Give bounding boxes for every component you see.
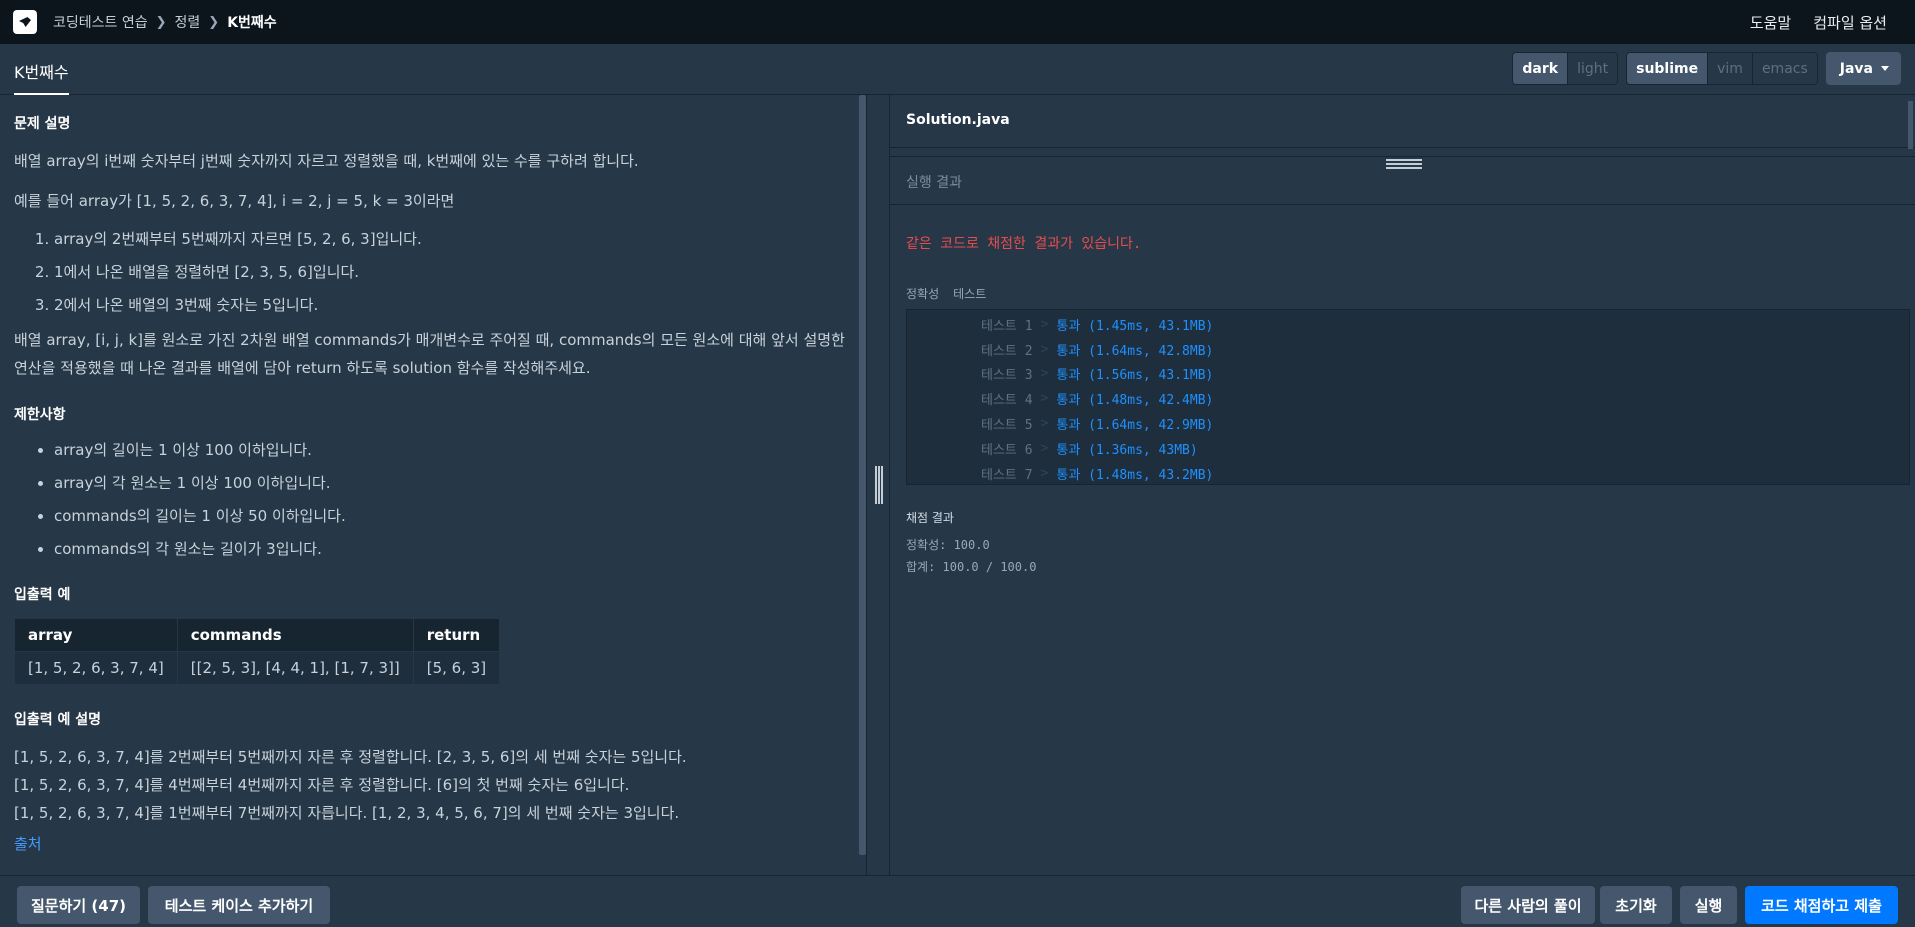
list-item: commands의 각 원소는 길이가 3입니다. [54,533,848,566]
task-text: 배열 array, [i, j, k]를 원소로 가진 2차원 배열 comma… [14,331,845,377]
top-navigation: 코딩테스트 연습 ❯ 정렬 ❯ K번째수 도움말 컴파일 옵션 [0,0,1915,44]
table-header-cell: return [412,618,501,652]
io-example-table: array commands return [1, 5, 2, 6, 3, 7,… [14,618,501,685]
reset-button[interactable]: 초기화 [1600,886,1672,924]
others-solution-button[interactable]: 다른 사람의 풀이 [1461,886,1595,924]
resize-handle-icon[interactable] [1386,159,1422,169]
breadcrumb: 코딩테스트 연습 ❯ 정렬 ❯ K번째수 [53,12,277,32]
list-item: 테스트 4 > 통과 (1.48ms, 42.4MB) [981,391,1214,409]
list-item: 1에서 나온 배열을 정렬하면 [2, 3, 5, 6]입니다. [54,256,848,289]
tab-bar: K번째수 dark light sublime vim emacs Java [0,44,1915,95]
table-header-row: array commands return [14,618,501,652]
io-explain-line: [1, 5, 2, 6, 3, 7, 4]를 4번째부터 4번째까지 자른 후 … [14,776,630,794]
chevron-right-icon: ❯ [208,14,220,30]
list-item: 테스트 1 > 통과 (1.45ms, 43.1MB) [981,316,1214,334]
io-explain-line: [1, 5, 2, 6, 3, 7, 4]를 2번째부터 5번째까지 자른 후 … [14,748,687,766]
table-header-cell: commands [176,618,414,652]
theme-toggle: dark light [1512,52,1619,85]
keymap-vim-button[interactable]: vim [1707,53,1752,84]
splitter-grip-icon[interactable] [875,466,883,504]
io-explain-line: [1, 5, 2, 6, 3, 7, 4]를 1번째부터 7번째까지 자릅니다.… [14,804,680,822]
total-score: 합계: 100.0 / 100.0 [906,560,1037,574]
problem-panel: 문제 설명 배열 array의 i번째 숫자부터 j번째 숫자까지 자르고 정렬… [0,95,862,875]
test-results-list: 테스트 1 > 통과 (1.45ms, 43.1MB) 테스트 2 > 통과 (1.64… [906,309,1910,485]
steps-list: array의 2번째부터 5번째까지 자르면 [5, 2, 6, 3]입니다. … [14,223,848,322]
same-code-message: 같은 코드로 채점한 결과가 있습니다. [906,236,1142,252]
example-text: 예를 들어 array가 [1, 5, 2, 6, 3, 7, 4], i = … [14,192,455,210]
description-text: 배열 array의 i번째 숫자부터 j번째 숫자까지 자르고 정렬했을 때, … [14,152,639,170]
list-item: 2에서 나온 배열의 3번째 숫자는 5입니다. [54,289,848,322]
caret-down-icon [1881,66,1889,71]
accuracy-score: 정확성: 100.0 [906,538,990,552]
table-row: [1, 5, 2, 6, 3, 7, 4] [[2, 5, 3], [4, 4,… [14,651,501,685]
list-item: array의 2번째부터 5번째까지 자르면 [5, 2, 6, 3]입니다. [54,223,848,256]
keymap-sublime-button[interactable]: sublime [1627,53,1708,84]
list-item: 테스트 3 > 통과 (1.56ms, 43.1MB) [981,366,1214,384]
result-body: 같은 코드로 채점한 결과가 있습니다. 정확성 테스트 테스트 1 > 통과 (1… [890,233,1915,578]
list-item: 테스트 7 > 통과 (1.48ms, 43.2MB) [981,465,1214,483]
description-heading: 문제 설명 [14,116,71,132]
list-item: array의 각 원소는 1 이상 100 이하입니다. [54,467,848,500]
constraints-heading: 제한사항 [14,407,66,423]
add-testcase-button[interactable]: 테스트 케이스 추가하기 [148,886,330,924]
tab-problem[interactable]: K번째수 [14,59,69,95]
list-item: array의 길이는 1 이상 100 이하입니다. [54,434,848,467]
io-example-heading: 입출력 예 [14,587,71,603]
language-select[interactable]: Java [1825,52,1901,85]
chevron-right-icon: ❯ [155,14,167,30]
subtab-accuracy: 정확성 [906,287,940,301]
table-cell: [[2, 5, 3], [4, 4, 1], [1, 7, 3]] [176,651,414,685]
breadcrumb-item-practice[interactable]: 코딩테스트 연습 [53,12,148,32]
help-link[interactable]: 도움말 [1750,12,1791,33]
subtab-test: 테스트 [953,287,987,301]
keymap-emacs-button[interactable]: emacs [1751,53,1817,84]
list-item: 테스트 5 > 통과 (1.64ms, 42.9MB) [981,416,1214,434]
score-heading: 채점 결과 [906,511,954,525]
table-header-cell: array [14,618,178,652]
problem-scrollbar[interactable] [859,95,866,855]
table-cell: [5, 6, 3] [412,651,501,685]
editor-panel: Solution.java 실행 결과 같은 코드로 채점한 결과가 있습니다.… [890,95,1915,875]
bottom-action-bar: 질문하기 (47) 테스트 케이스 추가하기 다른 사람의 풀이 초기화 실행 … [0,875,1915,927]
run-button[interactable]: 실행 [1680,886,1737,924]
theme-dark-button[interactable]: dark [1513,53,1568,84]
editor-scrollbar[interactable] [1908,101,1913,149]
io-explain-heading: 입출력 예 설명 [14,712,102,728]
editor-horizontal-scroll[interactable] [890,148,1915,157]
compile-options-link[interactable]: 컴파일 옵션 [1813,12,1887,33]
source-link[interactable]: 출처 [14,833,848,854]
submit-button[interactable]: 코드 채점하고 제출 [1745,886,1898,924]
editor-filename: Solution.java [890,95,1915,148]
ask-question-button[interactable]: 질문하기 (47) [17,886,140,924]
theme-light-button[interactable]: light [1567,53,1618,84]
list-item: commands의 길이는 1 이상 50 이하입니다. [54,500,848,533]
breadcrumb-item-current: K번째수 [227,15,277,31]
list-item: 테스트 2 > 통과 (1.64ms, 42.8MB) [981,341,1214,359]
table-cell: [1, 5, 2, 6, 3, 7, 4] [14,651,178,685]
language-select-value: Java [1839,60,1873,77]
constraints-list: array의 길이는 1 이상 100 이하입니다. array의 각 원소는 … [14,434,848,566]
programmers-logo-icon[interactable] [13,10,37,34]
list-item: 테스트 6 > 통과 (1.36ms, 43MB) [981,440,1198,458]
breadcrumb-item-category[interactable]: 정렬 [175,12,201,32]
keymap-toggle: sublime vim emacs [1626,52,1818,85]
